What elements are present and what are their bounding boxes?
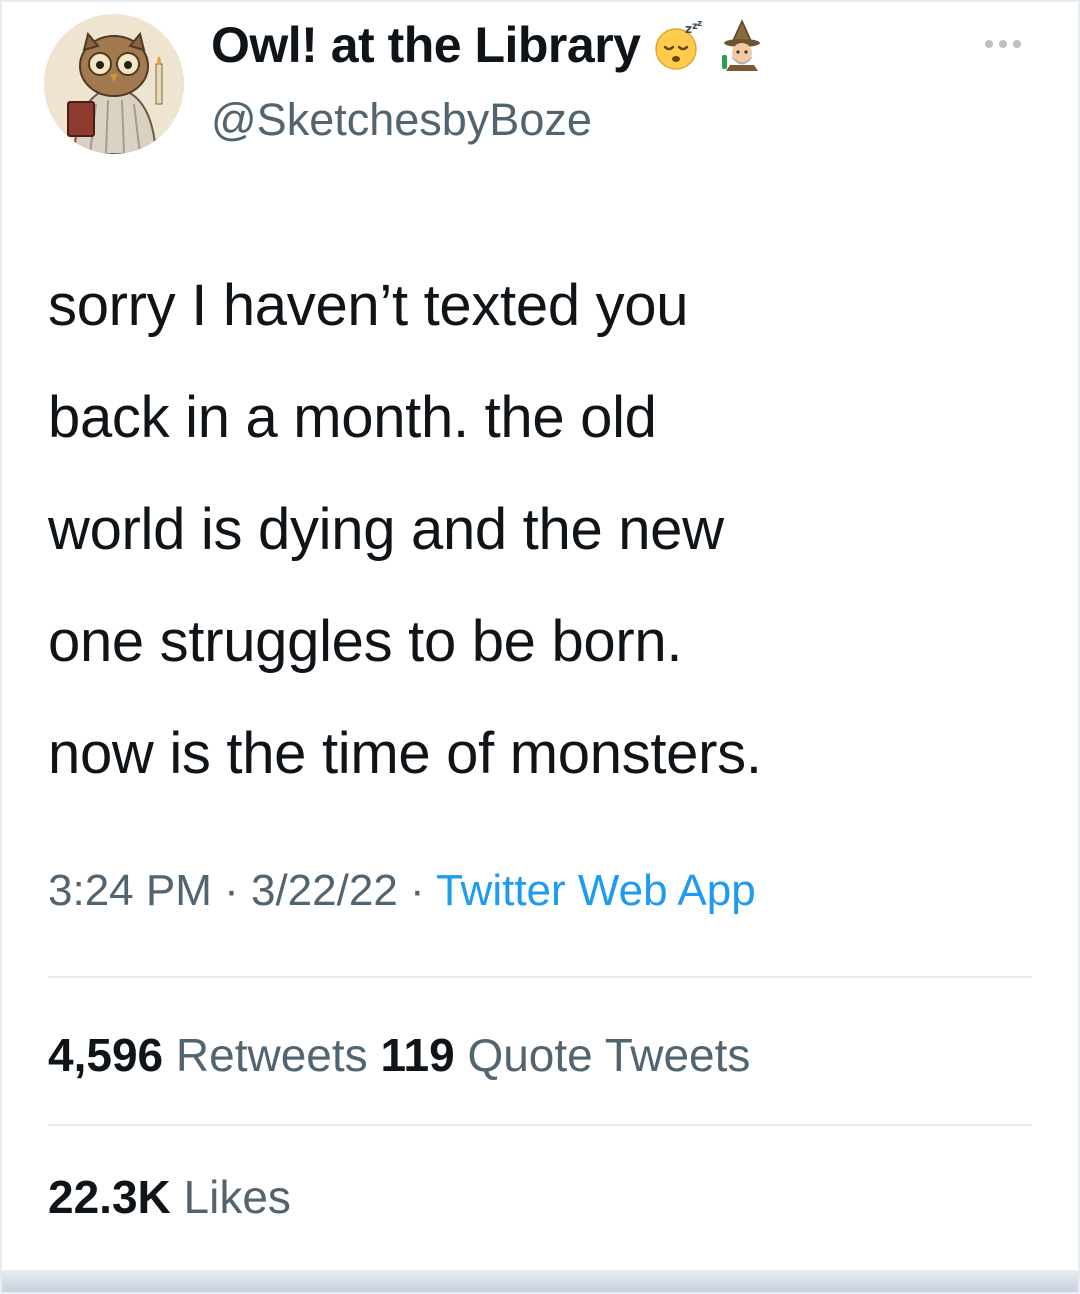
dot	[999, 40, 1007, 48]
tweet-time[interactable]: 3:24 PM	[48, 866, 212, 915]
tweet-meta: 3:24 PM · 3/22/22 · Twitter Web App	[48, 866, 756, 916]
user-handle[interactable]: @SketchesbyBoze	[211, 94, 592, 146]
quote-tweets-stat[interactable]: 119 Quote Tweets	[380, 1029, 750, 1081]
dot	[1013, 40, 1021, 48]
dot	[985, 40, 993, 48]
tweet-line: now is the time of monsters.	[48, 721, 762, 786]
owl-avatar-image	[44, 14, 184, 154]
avatar[interactable]	[44, 14, 184, 154]
svg-text:z: z	[685, 22, 692, 36]
wizard-emoji-icon	[716, 19, 768, 71]
display-name[interactable]: Owl! at the Library	[211, 16, 641, 74]
tweet-line: sorry I haven’t texted you	[48, 273, 689, 338]
retweets-count: 4,596	[48, 1029, 164, 1081]
tweet-source-link[interactable]: Twitter Web App	[436, 866, 756, 915]
likes-stat[interactable]: 22.3K Likes	[48, 1170, 291, 1224]
engagement-stats-row: 4,596 Retweets 119 Quote Tweets	[48, 1028, 750, 1082]
divider	[48, 976, 1032, 978]
tweet-card: Owl! at the Library z z z @SketchesbyBoz…	[0, 0, 1080, 1294]
display-name-row[interactable]: Owl! at the Library z z z	[211, 16, 768, 74]
meta-separator: ·	[211, 866, 251, 915]
tweet-date[interactable]: 3/22/22	[251, 866, 398, 915]
quote-tweets-count: 119	[380, 1029, 455, 1081]
retweets-label: Retweets	[175, 1029, 368, 1081]
bottom-edge	[2, 1270, 1078, 1292]
tweet-line: one struggles to be born.	[48, 609, 683, 674]
likes-label: Likes	[183, 1171, 291, 1223]
likes-count: 22.3K	[48, 1171, 171, 1223]
meta-separator: ·	[397, 866, 437, 915]
svg-text:z: z	[697, 19, 702, 29]
retweets-stat[interactable]: 4,596 Retweets	[48, 1029, 368, 1081]
quote-tweets-label: Quote Tweets	[467, 1029, 751, 1081]
tweet-line: back in a month. the old	[48, 385, 657, 450]
sleeping-face-emoji-icon: z z z	[652, 19, 704, 71]
divider	[48, 1124, 1032, 1126]
tweet-line: world is dying and the new	[48, 497, 724, 562]
tweet-text: sorry I haven’t texted you back in a mon…	[48, 250, 1038, 810]
more-options-icon[interactable]	[985, 32, 1035, 56]
